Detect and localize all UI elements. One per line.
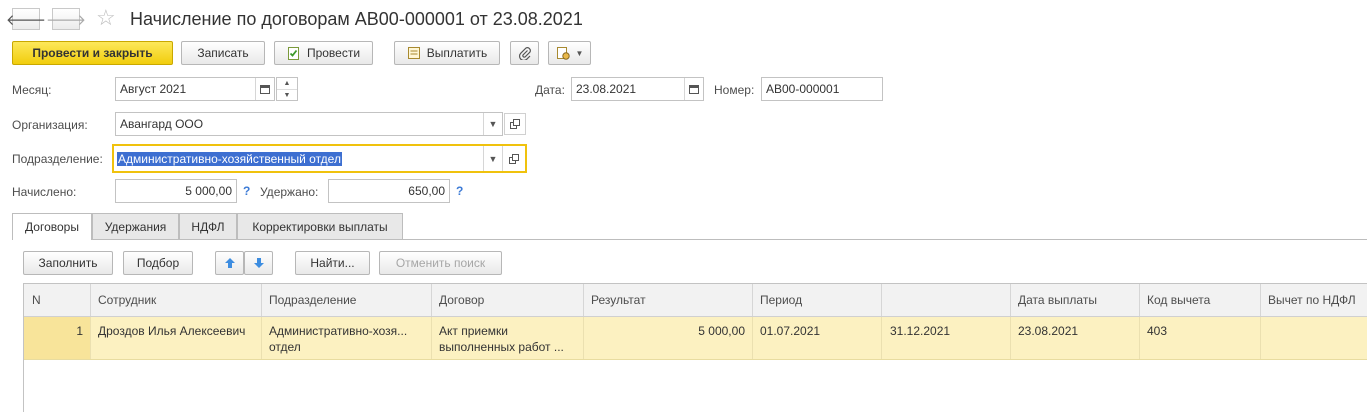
tab-withholdings-label: Удержания [104,219,167,234]
number-value: АВ00-000001 [766,82,840,96]
accrued-help-icon[interactable]: ? [243,184,250,198]
fill-button[interactable]: Заполнить [23,251,113,275]
tab-divider [92,239,1367,240]
document-gear-icon [556,47,570,60]
row-number: 1 [24,317,91,359]
row-result: 5 000,00 [584,317,753,359]
move-down-button[interactable] [244,251,273,275]
attach-files-button[interactable] [510,41,539,65]
organization-value: Авангард ООО [120,117,204,131]
arrow-left-icon: 🡐 [5,11,47,29]
save-label: Записать [197,46,249,60]
arrow-right-icon: 🡒 [45,11,87,29]
month-field[interactable]: Август 2021 [115,77,275,101]
withheld-help-icon[interactable]: ? [456,184,463,198]
stepper-up-icon[interactable]: ▲ [277,78,297,90]
post-label: Провести [306,46,361,60]
accrued-value: 5 000,00 [185,184,232,198]
withheld-value: 650,00 [408,184,445,198]
accrued-label: Начислено: [12,185,77,199]
column-header-employee[interactable]: Сотрудник [91,284,262,316]
row-period-end: 31.12.2021 [882,317,1011,359]
tab-ndfl[interactable]: НДФЛ [179,213,237,239]
month-stepper[interactable]: ▲ ▼ [276,77,298,101]
pay-button[interactable]: Выплатить [394,41,500,65]
post-button[interactable]: Провести [274,41,373,65]
open-form-icon [510,119,520,129]
column-header-n[interactable]: N [24,284,91,316]
post-and-close-button[interactable]: Провести и закрыть [12,41,173,65]
department-open-button[interactable] [502,146,525,171]
favorite-star-icon[interactable]: ☆ [96,6,116,30]
arrow-up-icon [224,258,235,268]
payment-document-icon [407,47,420,59]
post-and-close-label: Провести и закрыть [32,46,153,60]
dropdown-arrow-icon[interactable]: ▼ [483,113,502,135]
column-header-period[interactable]: Период [753,284,882,316]
back-button[interactable]: 🡐 [6,8,46,30]
department-value: Административно-хозяйственный отдел [117,151,342,166]
row-pay-date: 23.08.2021 [1011,317,1140,359]
month-value: Август 2021 [120,82,187,96]
column-header-contract[interactable]: Договор [432,284,584,316]
column-header-deduction-code[interactable]: Код вычета [1140,284,1261,316]
tab-payment-corrections-label: Корректировки выплаты [252,219,388,234]
print-create-menu-button[interactable]: ▼ [548,41,591,65]
tab-ndfl-label: НДФЛ [191,219,225,234]
save-button[interactable]: Записать [181,41,265,65]
tab-contracts[interactable]: Договоры [12,213,92,240]
organization-open-button[interactable] [504,113,526,135]
select-button[interactable]: Подбор [123,251,193,275]
calendar-icon[interactable] [255,78,274,100]
fill-label: Заполнить [38,256,98,270]
tab-contracts-label: Договоры [25,220,79,234]
forward-button[interactable]: 🡒 [46,8,86,30]
arrow-down-icon [253,258,264,268]
open-form-icon [509,153,519,164]
stepper-down-icon[interactable]: ▼ [277,90,297,101]
table-header: N Сотрудник Подразделение Договор Резуль… [24,284,1367,317]
number-label: Номер: [714,83,755,97]
tab-payment-corrections[interactable]: Корректировки выплаты [237,213,403,239]
department-field[interactable]: Административно-хозяйственный отдел ▼ [112,144,527,173]
row-contract: Акт приемки выполненных работ ... [432,317,584,359]
withheld-label: Удержано: [260,185,319,199]
paperclip-icon [518,47,531,60]
row-ndfl-deduction [1261,317,1367,359]
row-period-start: 01.07.2021 [753,317,882,359]
post-document-icon [287,47,299,60]
column-header-department[interactable]: Подразделение [262,284,432,316]
month-label: Месяц: [12,83,52,97]
select-label: Подбор [136,256,180,270]
calendar-icon[interactable] [684,78,703,100]
column-header-pay-date[interactable]: Дата выплаты [1011,284,1140,316]
withheld-field[interactable]: 650,00 [328,179,450,203]
pay-label: Выплатить [426,46,488,60]
row-department: Административно-хозя... отдел [262,317,432,359]
department-label: Подразделение: [12,152,103,166]
date-label: Дата: [535,83,565,97]
number-field[interactable]: АВ00-000001 [761,77,883,101]
accrued-field[interactable]: 5 000,00 [115,179,237,203]
find-button[interactable]: Найти... [295,251,370,275]
chevron-down-icon: ▼ [575,48,584,58]
row-employee: Дроздов Илья Алексеевич [91,317,262,359]
row-deduction-code: 403 [1140,317,1261,359]
organization-field[interactable]: Авангард ООО ▼ [115,112,503,136]
contracts-table[interactable]: N Сотрудник Подразделение Договор Резуль… [23,283,1367,412]
find-label: Найти... [310,256,355,270]
cancel-search-button[interactable]: Отменить поиск [379,251,502,275]
date-value: 23.08.2021 [576,82,637,96]
organization-label: Организация: [12,118,88,132]
column-header-result[interactable]: Результат [584,284,753,316]
date-field[interactable]: 23.08.2021 [571,77,704,101]
dropdown-arrow-icon[interactable]: ▼ [483,146,502,171]
column-header-ndfl-deduction[interactable]: Вычет по НДФЛ [1261,284,1367,316]
column-header-period-end[interactable] [882,284,1011,316]
page-title: Начисление по договорам АВ00-000001 от 2… [130,9,583,29]
table-row[interactable]: 1 Дроздов Илья Алексеевич Административн… [24,317,1367,360]
cancel-search-label: Отменить поиск [395,256,486,270]
tab-withholdings[interactable]: Удержания [92,213,179,239]
move-up-button[interactable] [215,251,244,275]
